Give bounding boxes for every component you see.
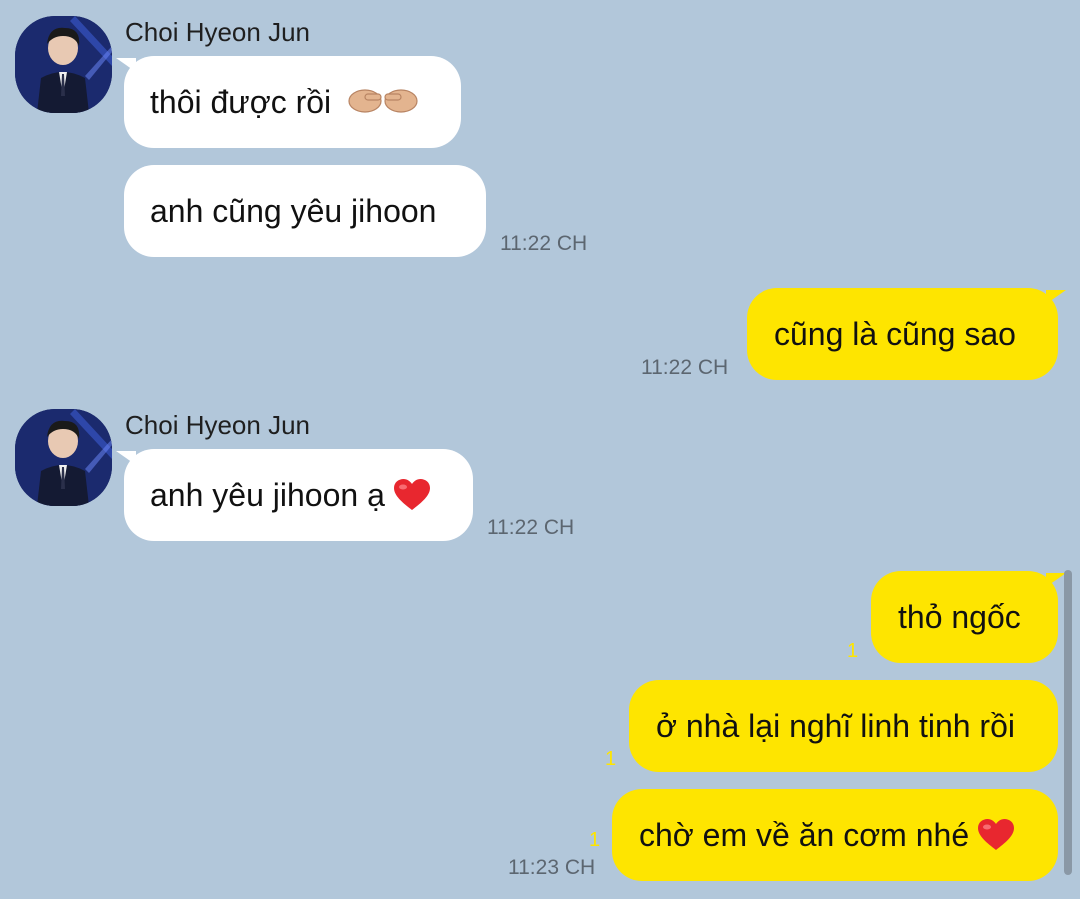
message-bubble-outgoing[interactable]: thỏ ngốc bbox=[871, 571, 1058, 663]
message-text: ở nhà lại nghĩ linh tinh rồi bbox=[656, 707, 1015, 744]
message-timestamp: 11:23 CH bbox=[508, 856, 596, 879]
message-timestamp: 11:22 CH bbox=[641, 356, 729, 379]
contact-avatar[interactable] bbox=[15, 16, 112, 113]
message-text: chờ em về ăn cơm nhé bbox=[639, 816, 970, 853]
message-bubble-outgoing[interactable]: ở nhà lại nghĩ linh tinh rồi bbox=[629, 680, 1058, 772]
message-bubble-incoming[interactable]: thôi được rồi bbox=[124, 56, 461, 148]
scrollbar[interactable] bbox=[1064, 570, 1072, 875]
message-bubble-outgoing[interactable]: chờ em về ăn cơm nhé bbox=[612, 789, 1058, 881]
sender-name: Choi Hyeon Jun bbox=[125, 410, 310, 440]
message-bubble-incoming[interactable]: anh cũng yêu jihoon bbox=[124, 165, 486, 257]
message-timestamp: 11:22 CH bbox=[487, 516, 575, 539]
message-bubble-incoming[interactable]: anh yêu jihoon ạ bbox=[124, 449, 473, 541]
message-bubble-outgoing[interactable]: cũng là cũng sao bbox=[747, 288, 1058, 380]
chat-message-list[interactable]: Choi Hyeon Jun thôi được rồi anh cũng yê… bbox=[0, 0, 1080, 899]
sender-name: Choi Hyeon Jun bbox=[125, 17, 310, 47]
message-text: thỏ ngốc bbox=[898, 598, 1021, 635]
message-text: anh yêu jihoon ạ bbox=[150, 476, 385, 513]
red-heart-emoji bbox=[978, 819, 1015, 850]
unread-count: 1 bbox=[605, 748, 617, 770]
contact-avatar[interactable] bbox=[15, 409, 112, 506]
red-heart-emoji bbox=[393, 479, 430, 510]
unread-count: 1 bbox=[847, 640, 859, 662]
message-timestamp: 11:22 CH bbox=[500, 232, 588, 255]
unread-count: 1 bbox=[589, 829, 601, 851]
pointing-hands-emoji bbox=[341, 81, 425, 123]
message-text: anh cũng yêu jihoon bbox=[150, 192, 437, 229]
message-text: cũng là cũng sao bbox=[774, 315, 1016, 352]
message-text: thôi được rồi bbox=[150, 83, 332, 120]
